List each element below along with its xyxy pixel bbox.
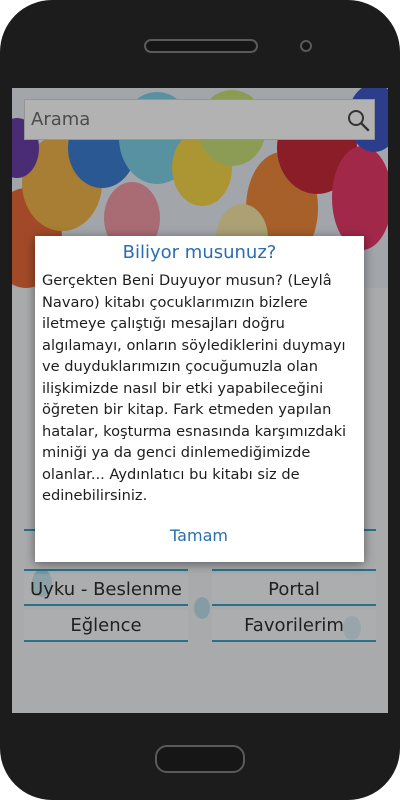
home-button[interactable] — [155, 745, 245, 773]
info-dialog: Biliyor musunuz? Gerçekten Beni Duyuyor … — [35, 236, 364, 562]
dialog-message: Gerçekten Beni Duyuyor musun? (Leylâ Nav… — [42, 272, 347, 504]
dialog-title: Biliyor musunuz? — [122, 242, 277, 263]
front-camera — [300, 40, 312, 52]
ok-button[interactable]: Tamam — [159, 522, 239, 550]
phone-frame: Uyku - Beslenme Portal Eğlence Favoriler… — [0, 0, 400, 800]
speaker-grille — [144, 39, 258, 53]
